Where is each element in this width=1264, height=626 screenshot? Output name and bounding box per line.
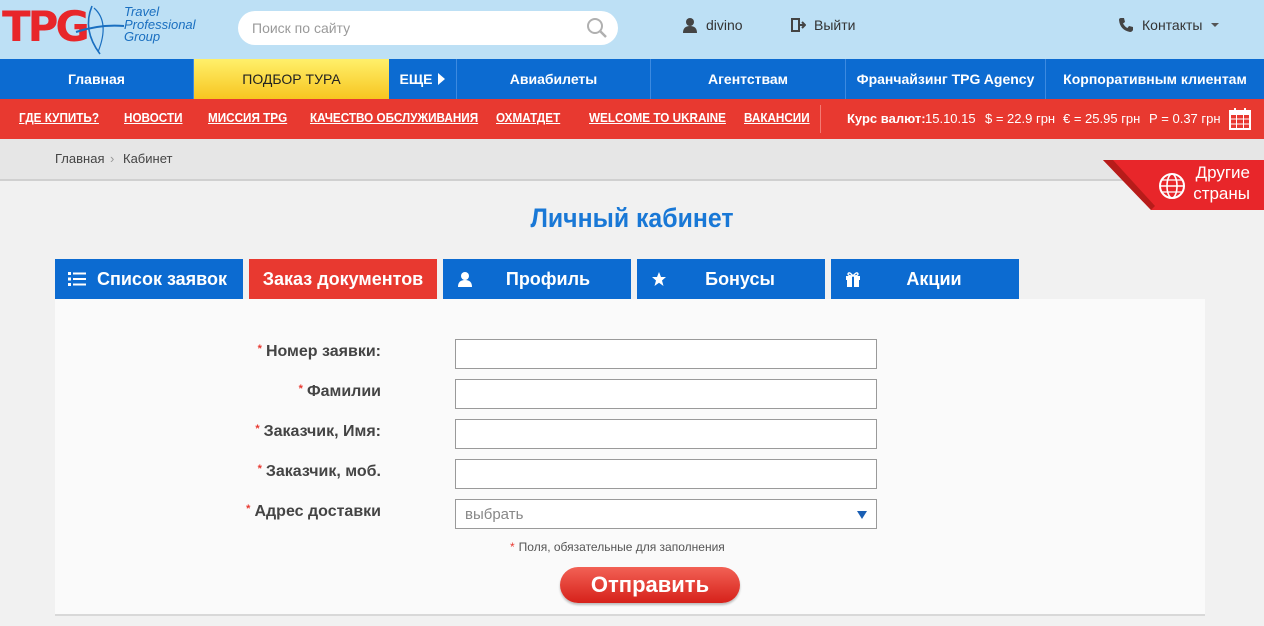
- subnav-okhmatdet[interactable]: ОХМАТДЕТ: [496, 110, 560, 125]
- tab-bonuses[interactable]: Бонусы: [637, 259, 825, 299]
- phone-icon: [1119, 18, 1133, 32]
- list-icon: [68, 272, 86, 286]
- tab-label: Список заявок: [97, 268, 228, 289]
- nav-tour-search[interactable]: ПОДБОР ТУРА: [194, 59, 389, 99]
- logout-label: Выйти: [814, 17, 856, 33]
- select-value: выбрать: [465, 506, 524, 523]
- submit-button[interactable]: Отправить: [560, 567, 740, 603]
- rate-rub: Р = 0.37 грн: [1149, 111, 1221, 126]
- rate-usd: $ = 22.9 грн: [985, 111, 1056, 126]
- customer-mobile-input[interactable]: [455, 459, 877, 489]
- delivery-address-label: * Адрес доставки: [246, 503, 381, 520]
- subnav-news[interactable]: НОВОСТИ: [124, 110, 183, 125]
- customer-name-label: * Заказчик, Имя:: [255, 423, 381, 440]
- nav-agencies[interactable]: Агентствам: [651, 59, 846, 99]
- nav-flights[interactable]: Авиабилеты: [457, 59, 651, 99]
- document-order-form: * Номер заявки: * Фамилии * Заказчик, Имя: …: [55, 299, 1205, 616]
- breadcrumb-current: Кабинет: [123, 151, 173, 166]
- rate-eur: € = 25.95 грн: [1063, 111, 1141, 126]
- divider: [820, 105, 821, 133]
- rates-date: 15.10.15: [925, 111, 976, 126]
- logo-swoosh-icon: [75, 5, 125, 55]
- tab-label: Заказ документов: [262, 268, 424, 289]
- nav-corporate[interactable]: Корпоративным клиентам: [1046, 59, 1264, 99]
- delivery-address-select[interactable]: выбрать: [455, 499, 877, 529]
- subnav-where-to-buy[interactable]: ГДЕ КУПИТЬ?: [19, 110, 99, 125]
- tpg-logo[interactable]: TPG Travel Professional Group: [0, 2, 205, 55]
- customer-mobile-label: * Заказчик, моб.: [257, 463, 381, 480]
- order-number-input[interactable]: [455, 339, 877, 369]
- rates-label: Курс валют:: [847, 111, 926, 126]
- caret-down-icon: [1211, 23, 1220, 27]
- required-fields-note: * Поля, обязательные для заполнения: [510, 540, 725, 554]
- tab-label: Бонусы: [705, 268, 775, 289]
- breadcrumb-home[interactable]: Главная: [55, 151, 104, 166]
- search-box: [238, 11, 618, 45]
- tab-profile[interactable]: Профиль: [443, 259, 631, 299]
- surnames-input[interactable]: [455, 379, 877, 409]
- user-account-link[interactable]: divino: [682, 17, 743, 33]
- arrow-right-icon: [438, 73, 446, 85]
- search-input[interactable]: [252, 18, 572, 38]
- logo-text: Travel Professional Group: [124, 4, 196, 44]
- nav-home[interactable]: Главная: [0, 59, 194, 99]
- logout-icon: [791, 18, 806, 32]
- tab-label: Профиль: [505, 268, 591, 289]
- site-header: TPG Travel Professional Group divino: [0, 0, 1264, 59]
- tab-label: Акции: [906, 268, 962, 289]
- other-countries-label: Другие страны: [1193, 163, 1250, 203]
- surnames-label: * Фамилии: [298, 383, 381, 400]
- subnav-mission[interactable]: МИССИЯ TPG: [208, 110, 287, 125]
- logout-link[interactable]: Выйти: [790, 17, 855, 33]
- caret-down-icon: [857, 511, 867, 519]
- contacts-dropdown[interactable]: Контакты: [1118, 17, 1220, 33]
- main-navigation: Главная ПОДБОР ТУРА ЕЩЕ Авиабилеты Агент…: [0, 59, 1264, 99]
- customer-name-input[interactable]: [455, 419, 877, 449]
- order-number-label: * Номер заявки:: [257, 343, 381, 360]
- contacts-label: Контакты: [1142, 17, 1203, 33]
- nav-franchising[interactable]: Франчайзинг TPG Agency: [846, 59, 1046, 99]
- subnav-welcome-ukraine[interactable]: WELCOME TO UKRAINE: [589, 110, 726, 125]
- secondary-navigation: ГДЕ КУПИТЬ? НОВОСТИ МИССИЯ TPG КАЧЕСТВО …: [0, 99, 1264, 139]
- tab-document-order[interactable]: Заказ документов: [249, 259, 437, 299]
- breadcrumb-separator: ›: [110, 151, 115, 166]
- search-icon[interactable]: [586, 17, 608, 39]
- page-title: Личный кабинет: [530, 203, 734, 233]
- tab-promotions[interactable]: Акции: [831, 259, 1019, 299]
- breadcrumb: Главная › Кабинет: [0, 139, 1264, 181]
- user-icon: [683, 18, 697, 33]
- tab-orders-list[interactable]: Список заявок: [55, 259, 243, 299]
- nav-more[interactable]: ЕЩЕ: [389, 59, 457, 99]
- user-name: divino: [706, 17, 743, 33]
- subnav-service-quality[interactable]: КАЧЕСТВО ОБСЛУЖИВАНИЯ: [310, 110, 478, 125]
- globe-icon: [1159, 173, 1185, 199]
- subnav-vacancies[interactable]: ВАКАНСИИ: [744, 110, 810, 125]
- calendar-icon[interactable]: [1229, 108, 1251, 130]
